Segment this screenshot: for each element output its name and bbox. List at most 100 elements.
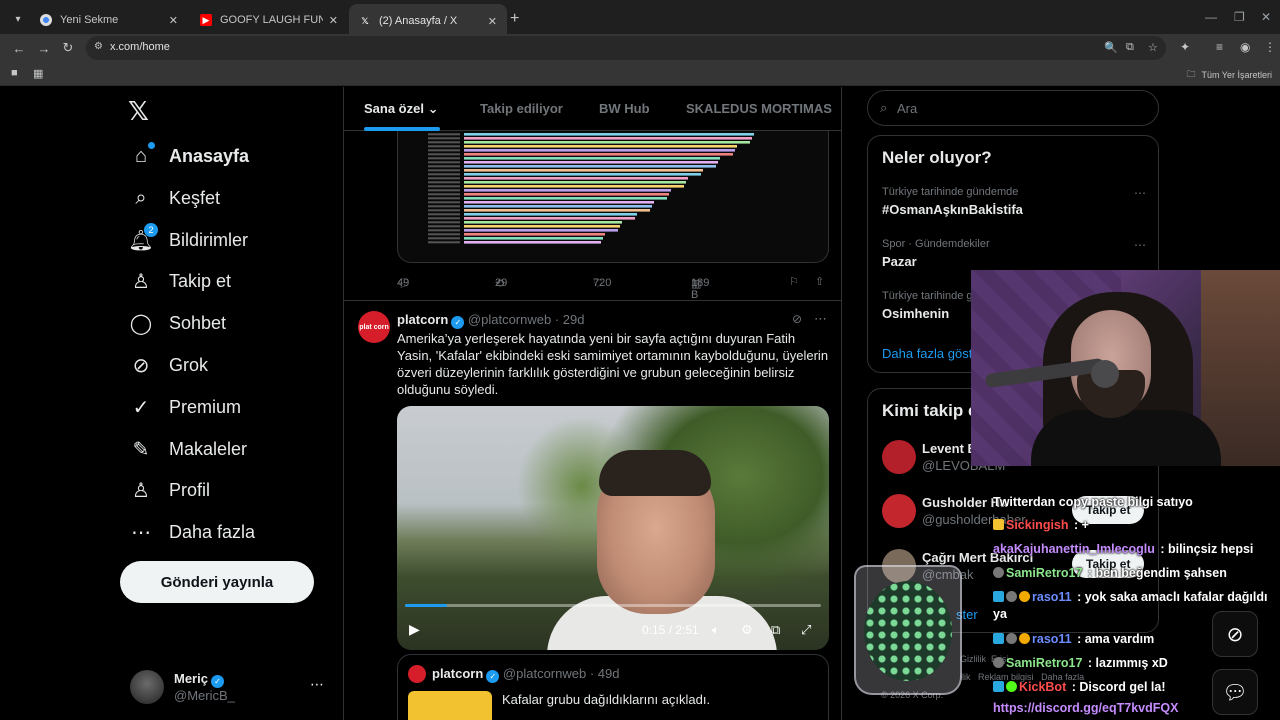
chart-image-bar (464, 165, 716, 168)
chart-image-label (428, 165, 460, 168)
grok-icon[interactable]: ⊘ (1212, 611, 1258, 657)
x-page: 𝕏 ⌂ Anasayfa ⌕ Keşfet 🔔︎ 2 Bildirimler ♙ … (0, 87, 1280, 720)
video-progress-bar[interactable] (405, 604, 821, 607)
footer-link[interactable]: Gizlilik (960, 654, 986, 664)
volume-icon[interactable]: 🔈︎ (712, 622, 720, 638)
chart-image-bar (464, 233, 605, 236)
who-to-follow-title: Kimi takip e (882, 401, 978, 420)
tweet-time[interactable]: · 29d (555, 312, 585, 327)
bookmark-icon[interactable]: ⚐ (789, 275, 799, 288)
search-input[interactable]: ⌕ Ara (867, 90, 1159, 126)
close-icon[interactable]: ✕ (488, 15, 497, 28)
trend-item[interactable]: Spor · Gündemdekiler Pazar ⋯ (882, 238, 1146, 269)
tab-youtube[interactable]: ▶ GOOFY LAUGH FUNK (Official A ✕ (190, 6, 348, 34)
sidebar-item-home[interactable]: ⌂ Anasayfa (128, 138, 249, 174)
verified-badge-icon: ✓ (486, 670, 500, 683)
sidebar-item-follow[interactable]: ♙ Takip et (128, 263, 231, 299)
more-icon[interactable]: ⋯ (1134, 186, 1146, 200)
chart-image-label (428, 197, 460, 200)
post-button[interactable]: Gönderi yayınla (120, 561, 314, 603)
chart-image-bar (464, 153, 733, 156)
trend-meta: Türkiye tarihinde gündemde (882, 186, 1019, 198)
settings-icon[interactable]: ⚙ (741, 622, 753, 638)
fullscreen-icon[interactable]: ⤢ (801, 622, 811, 638)
pip-icon[interactable]: ⧉ (771, 622, 780, 638)
avatar[interactable]: plat corn (358, 311, 390, 343)
tweet-author[interactable]: platcorn (397, 312, 448, 327)
badge-icon (1006, 633, 1017, 644)
video-player[interactable]: ▶ 0:15 / 2:51 🔈︎ ⚙ ⧉ ⤢ (397, 406, 829, 650)
zoom-icon[interactable]: 🔍 (1104, 41, 1118, 54)
sidebar-item-explore[interactable]: ⌕ Keşfet (128, 180, 220, 216)
chat-user: KickBot (1019, 680, 1067, 694)
unread-dot (148, 142, 155, 149)
sidebar-item-grok[interactable]: ⊘ Grok (128, 347, 208, 383)
tab-skaledus-mortimas[interactable]: SKALEDUS MORTIMAS (686, 101, 832, 116)
x-logo-icon[interactable]: 𝕏 (128, 97, 149, 127)
more-icon[interactable]: ⋯ (814, 311, 827, 327)
sidebar-item-notifications[interactable]: 🔔︎ 2 Bildirimler (128, 222, 248, 258)
chart-image-bar (464, 177, 688, 180)
address-bar[interactable]: ⚙ x.com/home 🔍 ⧉ ☆ (86, 36, 1166, 60)
tab-following[interactable]: Takip ediliyor (480, 101, 563, 116)
media-icon[interactable]: ≡ (1216, 40, 1223, 54)
back-icon[interactable]: ← (10, 39, 28, 57)
apps-grid-icon[interactable]: ▦ (33, 67, 43, 80)
chart-image-label (428, 205, 460, 208)
sidebar-item-premium[interactable]: ✓ Premium (128, 389, 241, 425)
all-bookmarks[interactable]: 🗀 Tüm Yer İşaretleri (1186, 67, 1272, 83)
sidebar-item-chat[interactable]: ◯ Sohbet (128, 305, 226, 341)
chart-image-bar (464, 217, 635, 220)
minimize-icon[interactable]: — (1205, 10, 1217, 24)
close-icon[interactable]: ✕ (169, 14, 178, 27)
extensions-icon[interactable]: ✦ (1180, 40, 1190, 54)
more-icon[interactable]: ⋯ (1134, 238, 1146, 252)
install-app-icon[interactable]: ⧉ (1126, 41, 1134, 54)
sidebar-item-label: Grok (169, 354, 209, 375)
sidebar-item-articles[interactable]: ✎ Makaleler (128, 431, 247, 467)
trend-item[interactable]: Türkiye tarihinde gündemde #OsmanAşkınBa… (882, 186, 1146, 217)
chat-message: Sickingish : + (993, 517, 1280, 534)
share-icon[interactable]: ⇧ (815, 275, 824, 288)
more-icon[interactable]: ⋯ (310, 676, 324, 693)
reload-icon[interactable]: ↻ (59, 39, 77, 57)
tab-bw-hub[interactable]: BW Hub (599, 101, 650, 116)
quote-time: · 49d (589, 666, 620, 681)
tab-search-icon[interactable]: ▾ (8, 9, 28, 29)
quote-tweet[interactable]: platcorn ✓ @platcornweb · 49d Kafalar gru… (397, 654, 829, 720)
browser-tabbar: ▾ Yeni Sekme ✕ ▶ GOOFY LAUGH FUNK (Offic… (0, 0, 1280, 38)
tweet-handle[interactable]: @platcornweb (468, 312, 551, 327)
show-more-link[interactable]: Daha fazla göste (882, 346, 980, 361)
restore-icon[interactable]: ❐ (1234, 10, 1245, 24)
badge-icon (1006, 591, 1017, 602)
badge-icon (993, 519, 1004, 530)
site-info-icon[interactable]: ⚙ (94, 41, 106, 53)
kebab-menu-icon[interactable]: ⋮ (1264, 40, 1276, 54)
close-icon[interactable]: ✕ (329, 14, 338, 27)
bookmark-star-icon[interactable]: ☆ (1148, 41, 1158, 54)
chart-image-bar (464, 205, 652, 208)
grok-icon[interactable]: ⊘ (792, 312, 802, 326)
chat-link[interactable]: https://discord.gg/eqT7kvdFQX (993, 701, 1178, 715)
retweet-count: 29 (495, 277, 508, 289)
play-icon[interactable]: ▶ (409, 621, 420, 638)
trends-title: Neler oluyor? (882, 148, 992, 167)
close-window-icon[interactable]: ✕ (1261, 10, 1271, 24)
tab-for-you[interactable]: Sana özel ⌄ (364, 101, 439, 117)
tweet-image-chart[interactable] (397, 131, 829, 263)
tab-new-tab[interactable]: Yeni Sekme ✕ (30, 6, 188, 34)
new-tab-icon[interactable]: + (510, 10, 519, 28)
messages-icon[interactable]: 💬︎ (1212, 669, 1258, 715)
chart-image-bar (464, 145, 737, 148)
tab-x-home[interactable]: 𝕏 (2) Anasayfa / X ✕ (349, 4, 507, 38)
chart-image-label (428, 209, 460, 212)
bookmark-square-icon[interactable]: ■ (11, 67, 18, 79)
tweet-text: Amerika’ya yerleşerek hayatında yeni bir… (397, 331, 829, 397)
chat-user: SamiRetro17 (1006, 656, 1083, 670)
chart-image-label (428, 193, 460, 196)
sidebar-item-profile[interactable]: ♙ Profil (128, 472, 210, 508)
forward-icon[interactable]: → (35, 39, 53, 57)
profile-icon[interactable]: ◉ (1240, 40, 1250, 54)
sidebar-item-more[interactable]: ⋯ Daha fazla (128, 514, 255, 550)
account-switcher[interactable]: Meriç ✓ @MericB_ ⋯ (130, 670, 330, 710)
